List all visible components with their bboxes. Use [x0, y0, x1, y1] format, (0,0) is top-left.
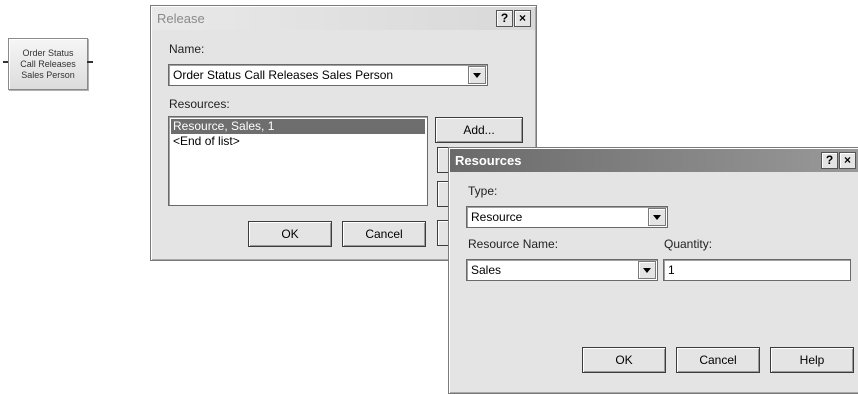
resources-label: Resources:: [169, 97, 230, 111]
chevron-down-icon[interactable]: [468, 66, 486, 84]
type-value: Resource: [471, 210, 523, 224]
resources-listbox[interactable]: Resource, Sales, 1 <End of list>: [168, 116, 428, 206]
quantity-value: 1: [668, 263, 675, 277]
list-item[interactable]: Resource, Sales, 1: [171, 119, 425, 134]
resource-name-value: Sales: [471, 263, 502, 277]
help-question-icon[interactable]: ?: [496, 10, 513, 27]
resources-title: Resources: [455, 153, 522, 168]
name-label: Name:: [169, 42, 205, 56]
type-combobox[interactable]: Resource: [466, 206, 668, 228]
resource-name-combobox[interactable]: Sales: [466, 259, 658, 281]
close-icon[interactable]: ×: [514, 10, 531, 27]
module-label-line: Call Releases: [20, 58, 76, 69]
resources-dialog: Resources ? × Type: Resource Resource Na…: [448, 147, 858, 394]
release-module-block[interactable]: Order Status Call Releases Sales Person: [8, 38, 88, 90]
add-button[interactable]: Add...: [435, 117, 523, 143]
module-label-line: Sales Person: [21, 69, 75, 80]
chevron-down-icon[interactable]: [648, 208, 666, 226]
cancel-button[interactable]: Cancel: [342, 221, 426, 247]
module-label-line: Order Status: [22, 47, 74, 58]
help-question-icon[interactable]: ?: [821, 152, 838, 169]
output-connector: [87, 61, 93, 63]
quantity-label: Quantity:: [664, 237, 713, 251]
resource-name-label: Resource Name:: [468, 237, 559, 251]
ok-button[interactable]: OK: [582, 347, 666, 373]
module-label: Order Status Call Releases Sales Person: [20, 48, 76, 81]
resources-titlebar[interactable]: Resources ? ×: [450, 149, 858, 172]
chevron-down-icon[interactable]: [638, 261, 656, 279]
list-item[interactable]: <End of list>: [171, 134, 425, 149]
ok-button[interactable]: OK: [248, 221, 332, 247]
close-icon[interactable]: ×: [839, 152, 856, 169]
help-button[interactable]: Help: [770, 347, 854, 373]
release-titlebar[interactable]: Release ? ×: [152, 7, 535, 30]
release-title: Release: [157, 11, 205, 26]
name-combobox[interactable]: Order Status Call Releases Sales Person: [168, 64, 488, 86]
cancel-button[interactable]: Cancel: [676, 347, 760, 373]
quantity-field[interactable]: 1: [663, 259, 851, 281]
name-value: Order Status Call Releases Sales Person: [173, 68, 394, 82]
type-label: Type:: [468, 184, 498, 198]
